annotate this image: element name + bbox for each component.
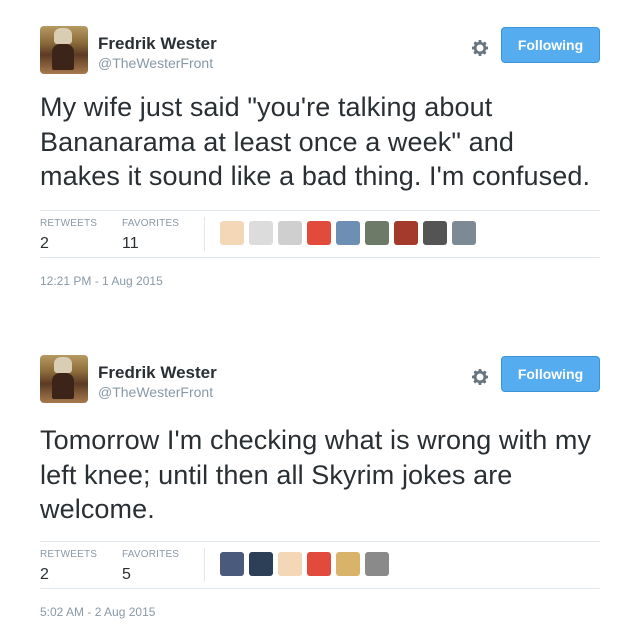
stats-divider — [204, 216, 205, 251]
favorites-count: 5 — [122, 565, 131, 583]
following-button[interactable]: Following — [501, 356, 600, 392]
tweet-header: Fredrik Wester @TheWesterFront Following — [40, 355, 600, 407]
tweet-stats: RETWEETS 2 FAVORITES 5 — [40, 540, 600, 589]
favoriter-avatar[interactable] — [220, 551, 244, 576]
favoriter-avatar[interactable] — [365, 220, 389, 245]
retweets-label: RETWEETS — [40, 548, 98, 560]
tweet: Fredrik Wester @TheWesterFront Following… — [40, 355, 600, 619]
favoriter-avatars — [220, 220, 481, 245]
user-handle[interactable]: @TheWesterFront — [98, 384, 213, 400]
retweets-label: RETWEETS — [40, 217, 98, 229]
favorites-stat[interactable]: FAVORITES 5 — [122, 549, 179, 584]
favoriter-avatar[interactable] — [249, 220, 273, 245]
favorites-label: FAVORITES — [122, 217, 180, 229]
favoriter-avatar[interactable] — [307, 220, 331, 245]
favoriter-avatar[interactable] — [278, 220, 302, 245]
tweet-stats: RETWEETS 2 FAVORITES 11 — [40, 209, 600, 258]
favoriter-avatar[interactable] — [394, 220, 418, 245]
favoriter-avatar[interactable] — [452, 220, 476, 245]
favorites-stat[interactable]: FAVORITES 11 — [122, 218, 179, 253]
favoriter-avatar[interactable] — [423, 220, 447, 245]
favoriter-avatar[interactable] — [336, 551, 360, 576]
user-handle[interactable]: @TheWesterFront — [98, 55, 213, 71]
avatar[interactable] — [40, 26, 88, 74]
user-name[interactable]: Fredrik Wester — [98, 34, 217, 54]
favoriter-avatar[interactable] — [249, 551, 273, 576]
favoriter-avatars — [220, 551, 394, 576]
gear-icon[interactable] — [468, 365, 492, 389]
tweet-text: Tomorrow I'm checking what is wrong with… — [40, 425, 592, 524]
retweets-count: 2 — [40, 565, 49, 583]
favoriter-avatar[interactable] — [278, 551, 302, 576]
user-name[interactable]: Fredrik Wester — [98, 363, 217, 383]
favorites-count: 11 — [122, 234, 139, 252]
favoriter-avatar[interactable] — [307, 551, 331, 576]
retweets-stat[interactable]: RETWEETS 2 — [40, 549, 97, 584]
favoriter-avatar[interactable] — [365, 551, 389, 576]
retweets-count: 2 — [40, 234, 49, 252]
gear-icon[interactable] — [468, 36, 492, 60]
retweets-stat[interactable]: RETWEETS 2 — [40, 218, 97, 253]
timestamp[interactable]: 5:02 AM - 2 Aug 2015 — [40, 605, 600, 619]
tweet-header: Fredrik Wester @TheWesterFront Following — [40, 26, 600, 78]
timestamp[interactable]: 12:21 PM - 1 Aug 2015 — [40, 274, 600, 288]
stats-divider — [204, 547, 205, 582]
avatar[interactable] — [40, 355, 88, 403]
favorites-label: FAVORITES — [122, 548, 180, 560]
favoriter-avatar[interactable] — [336, 220, 360, 245]
following-button[interactable]: Following — [501, 27, 600, 63]
tweet-text: My wife just said "you're talking about … — [40, 92, 591, 191]
favoriter-avatar[interactable] — [220, 220, 244, 245]
tweet: Fredrik Wester @TheWesterFront Following… — [40, 26, 600, 288]
